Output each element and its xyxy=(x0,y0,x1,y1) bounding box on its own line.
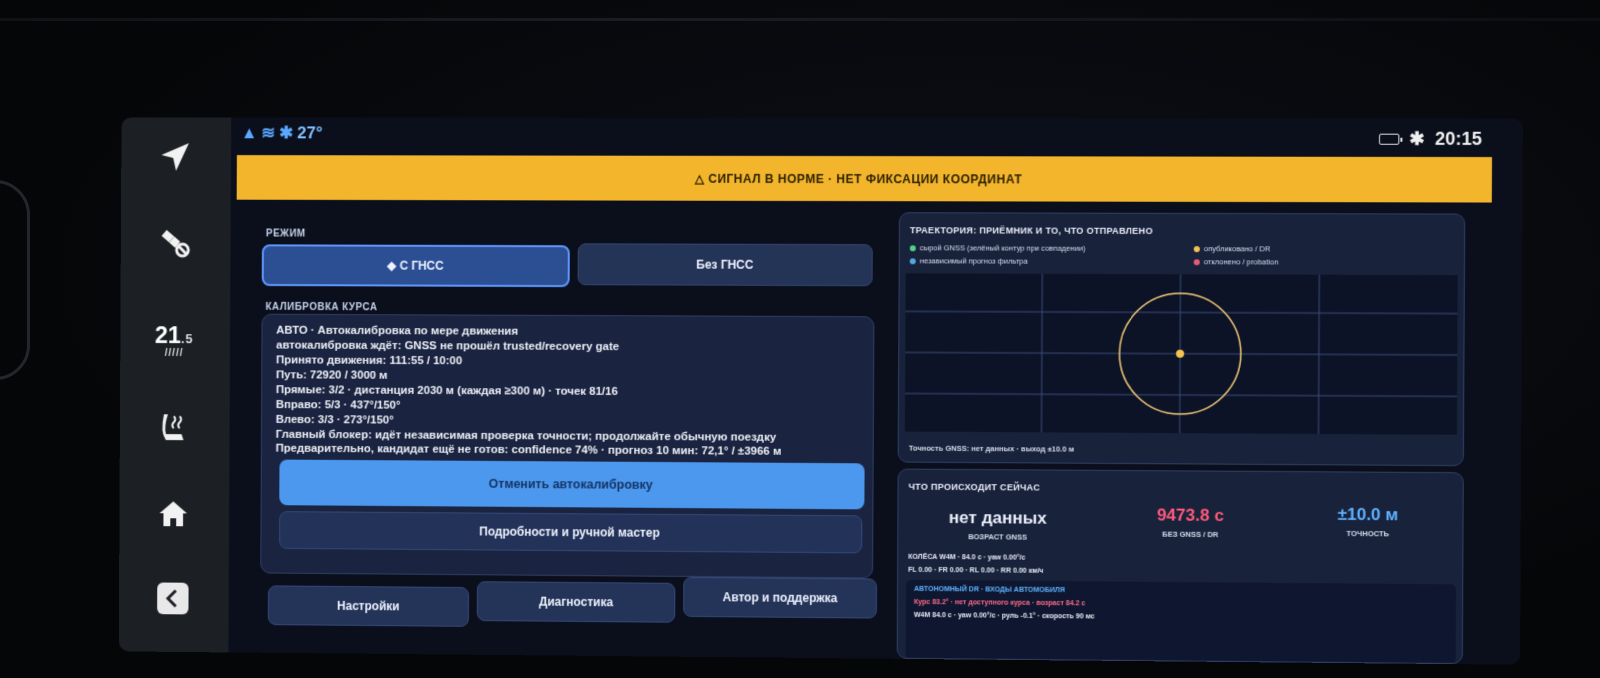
trajectory-title: ТРАЕКТОРИЯ: ПРИЁМНИК И ТО, ЧТО ОТПРАВЛЕН… xyxy=(909,225,1153,236)
dr-inputs-title: АВТОНОМНЫЙ DR · ВХОДЫ АВТОМОБИЛЯ xyxy=(914,585,1065,595)
bluetooth-icon: ✱ xyxy=(279,123,294,143)
car-display-photo: 21.5 ///// ▲ ≋ ✱ 27° ✱ 20:15 △ СИГНАЛ В … xyxy=(0,0,1600,678)
gnss-age-metric: нет данных ВОЗРАСТ GNSS xyxy=(922,508,1073,542)
now-title: ЧТО ПРОИСХОДИТ СЕЙЧАС xyxy=(908,481,1041,493)
temperature-value: 21 xyxy=(154,321,182,349)
gnss-age-value: нет данных xyxy=(948,507,1047,528)
status-left: ▲ ≋ ✱ 27° xyxy=(241,123,323,143)
bluetooth-icon: ✱ xyxy=(1409,128,1425,149)
legend-dot-raw-gnss xyxy=(909,244,916,251)
climate-temperature-button[interactable]: 21.5 ///// xyxy=(140,311,209,371)
gnss-age-label: ВОЗРАСТ GNSS xyxy=(968,532,1028,542)
dashboard-bezel xyxy=(0,18,1600,21)
dr-time-value: 9473.8 с xyxy=(1156,505,1224,526)
legend-dot-forecast xyxy=(909,257,916,264)
calibration-line: Вправо: 5/3 · 437°/150° xyxy=(275,399,401,412)
current-status-card: ЧТО ПРОИСХОДИТ СЕЙЧАС нет данных ВОЗРАСТ… xyxy=(896,468,1464,665)
satellite-off-button[interactable] xyxy=(140,212,209,272)
dr-inputs-box: АВТОНОМНЫЙ DR · ВХОДЫ АВТОМОБИЛЯ Курс 83… xyxy=(905,579,1457,665)
legend-dot-rejected xyxy=(1193,258,1200,265)
signal-icon: ▲ xyxy=(240,123,258,143)
left-dock: 21.5 ///// xyxy=(118,117,232,653)
legend-published: опубликовано / DR xyxy=(1193,244,1271,254)
navigation-arrow-icon xyxy=(161,143,189,171)
dr-w4m-line: W4M 84.0 с · yaw 0.00°/с · руль -0.1° · … xyxy=(913,611,1095,621)
temperature-decimal: .5 xyxy=(180,330,194,346)
legend-rejected: отклонено / probation xyxy=(1193,257,1279,267)
legend-label: сырой GNSS (зелёный контур при совпадени… xyxy=(919,243,1086,253)
diagnostics-button[interactable]: Диагностика xyxy=(476,581,676,623)
wheels-line-1: КОЛЁСА W4M · 84.0 с · yaw 0.00°/с xyxy=(908,553,1026,562)
calibration-line: Предварительно, кандидат ещё не готов: c… xyxy=(275,442,782,458)
calibration-line: Главный блокер: идёт независимая проверк… xyxy=(275,428,777,444)
dr-time-metric: 9473.8 с БЕЗ GNSS / DR xyxy=(1114,505,1266,539)
calibration-line: Путь: 72920 / 3000 м xyxy=(275,369,388,382)
gnss-accuracy-footer: Точность GNSS: нет данных · выход ±10.0 … xyxy=(908,443,1075,454)
calibration-line: автокалибровка ждёт: GNSS не прошёл trus… xyxy=(276,339,620,354)
trajectory-card: ТРАЕКТОРИЯ: ПРИЁМНИК И ТО, ЧТО ОТПРАВЛЕН… xyxy=(897,212,1466,467)
wifi-icon: ≋ xyxy=(261,123,276,143)
mode-section-label: РЕЖИМ xyxy=(265,228,306,240)
navigation-button[interactable] xyxy=(141,127,210,187)
battery-icon xyxy=(1378,133,1400,145)
dashboard-trim xyxy=(0,180,30,380)
author-support-button[interactable]: Автор и поддержка xyxy=(683,576,878,619)
back-button[interactable] xyxy=(138,568,207,628)
legend-label: опубликовано / DR xyxy=(1203,244,1271,254)
status-bar: ▲ ≋ ✱ 27° ✱ 20:15 xyxy=(231,117,1523,157)
outside-temperature: 27° xyxy=(297,123,323,143)
dr-heading-line: Курс 83.2° · нет доступного курса · возр… xyxy=(913,598,1086,608)
wheels-line-2: FL 0.00 · FR 0.00 · RL 0.00 · RR 0.00 км… xyxy=(908,566,1044,575)
mode-without-gnss-button[interactable]: Без ГНСС xyxy=(577,243,873,287)
cabin-temperature: 21.5 xyxy=(154,321,194,349)
cancel-autocalibration-button[interactable]: Отменить автокалибровку xyxy=(279,459,865,510)
signal-status-banner: △ СИГНАЛ В НОРМЕ · НЕТ ФИКСАЦИИ КООРДИНА… xyxy=(236,155,1493,203)
fan-level-bars: ///// xyxy=(164,347,184,359)
trajectory-plot[interactable] xyxy=(904,273,1458,435)
calibration-line: Принято движения: 111:55 / 10:00 xyxy=(276,354,463,368)
home-icon xyxy=(159,501,188,527)
legend-label: независимый прогноз фильтра xyxy=(919,256,1028,266)
seat-heating-icon xyxy=(162,408,193,441)
calibration-line: АВТО · Автокалибровка по мере движения xyxy=(276,324,519,338)
satellite-off-icon xyxy=(161,229,194,262)
calibration-line: Влево: 3/3 · 273°/150° xyxy=(275,413,394,427)
legend-forecast: независимый прогноз фильтра xyxy=(909,256,1028,266)
calibration-section-label: КАЛИБРОВКА КУРСА xyxy=(265,301,378,314)
accuracy-metric: ±10.0 м ТОЧНОСТЬ xyxy=(1302,504,1434,539)
settings-button[interactable]: Настройки xyxy=(267,585,470,627)
legend-dot-published xyxy=(1193,245,1200,252)
published-position-dot xyxy=(1176,349,1185,358)
legend-label: отклонено / probation xyxy=(1203,257,1279,267)
details-manual-wizard-button[interactable]: Подробности и ручной мастер xyxy=(279,511,863,554)
status-right: ✱ 20:15 xyxy=(1378,128,1482,150)
mode-with-gnss-button[interactable]: ◆ С ГНСС xyxy=(261,244,570,288)
home-button[interactable] xyxy=(139,483,208,543)
calibration-card: АВТО · Автокалибровка по мере движения а… xyxy=(260,313,875,579)
seat-settings-button[interactable] xyxy=(139,398,208,458)
clock: 20:15 xyxy=(1434,128,1482,149)
dr-time-label: БЕЗ GNSS / DR xyxy=(1162,529,1219,540)
accuracy-label: ТОЧНОСТЬ xyxy=(1346,528,1390,539)
back-chevron-icon xyxy=(157,582,189,615)
accuracy-value: ±10.0 м xyxy=(1337,504,1399,525)
legend-raw-gnss: сырой GNSS (зелёный контур при совпадени… xyxy=(909,243,1086,253)
calibration-line: Прямые: 3/2 · дистанция 2030 м (каждая ≥… xyxy=(275,384,618,398)
head-unit-screen: 21.5 ///// ▲ ≋ ✱ 27° ✱ 20:15 △ СИГНАЛ В … xyxy=(118,117,1523,665)
